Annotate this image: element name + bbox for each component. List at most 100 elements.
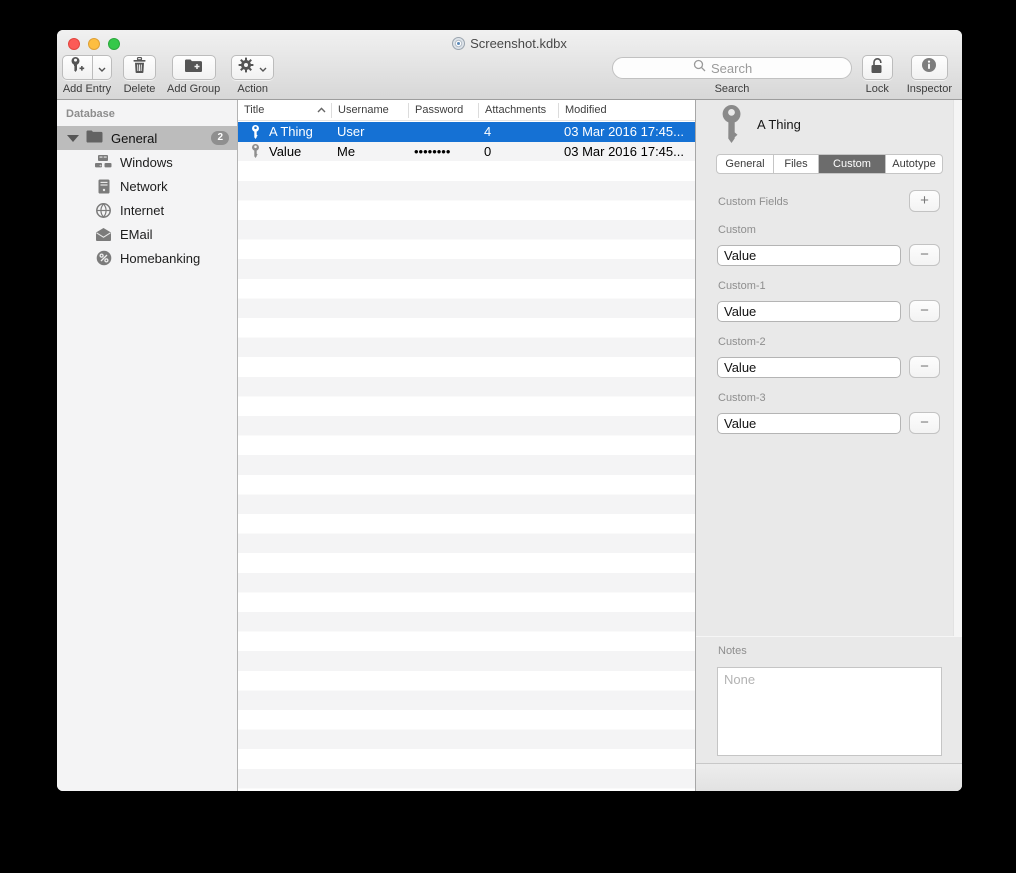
server-icon <box>95 179 112 194</box>
custom-field-input[interactable] <box>717 357 901 378</box>
inspector-scrollbar-track[interactable] <box>953 100 962 637</box>
folder-icon <box>86 130 103 146</box>
entry-table: Title Username Password Attachments Modi… <box>238 100 695 791</box>
key-icon <box>251 144 260 158</box>
delete-tool: Delete <box>123 55 156 95</box>
custom-field-input[interactable] <box>717 301 901 322</box>
add-entry-dropdown[interactable] <box>93 55 112 80</box>
add-group-tool: Add Group <box>167 55 220 95</box>
inspector-label: Inspector <box>907 83 952 95</box>
search-input[interactable] <box>711 61 771 76</box>
globe-icon <box>95 203 112 218</box>
add-entry-label: Add Entry <box>63 83 111 95</box>
entry-title: A Thing <box>757 117 801 132</box>
sidebar-item-label: Network <box>120 179 168 194</box>
action-tool: Action <box>231 55 274 95</box>
disclosure-triangle-icon[interactable] <box>67 135 79 142</box>
sidebar-item-label: Internet <box>120 203 164 218</box>
sort-ascending-icon <box>317 104 326 116</box>
field-label: Custom-1 <box>718 280 766 292</box>
info-icon <box>921 57 937 78</box>
sidebar-item-label: Windows <box>120 155 173 170</box>
search-label: Search <box>612 83 852 95</box>
inspector-button[interactable] <box>911 55 948 80</box>
table-row[interactable]: Value Me •••••••• 0 03 Mar 2016 17:45... <box>238 142 695 162</box>
tab-files[interactable]: Files <box>773 155 818 173</box>
field-label: Custom <box>718 224 756 236</box>
tab-autotype[interactable]: Autotype <box>885 155 942 173</box>
sidebar-item-general[interactable]: General 2 <box>57 126 237 150</box>
sidebar-item-label: General <box>111 131 157 146</box>
chevron-down-icon <box>98 59 106 77</box>
search-icon <box>693 59 706 77</box>
custom-fields-heading: Custom Fields <box>718 196 788 208</box>
search-field[interactable] <box>612 57 852 79</box>
envelope-icon <box>95 228 112 241</box>
sidebar-item-windows[interactable]: Windows <box>57 150 237 174</box>
search-tool: Search <box>612 57 852 95</box>
inspector-panel: A Thing General Files Custom Autotype Cu… <box>695 100 962 791</box>
custom-field-input[interactable] <box>717 413 901 434</box>
cell-title: A Thing <box>269 124 313 139</box>
remove-custom-field-button[interactable]: − <box>909 244 940 266</box>
inspector-footer <box>696 763 962 791</box>
inspector-tool: Inspector <box>907 55 952 95</box>
sidebar-section-header: Database <box>57 100 237 120</box>
table-header: Title Username Password Attachments Modi… <box>238 100 695 121</box>
action-label: Action <box>237 83 268 95</box>
remove-custom-field-button[interactable]: − <box>909 412 940 434</box>
sidebar-item-homebanking[interactable]: Homebanking <box>57 246 237 270</box>
windows-network-icon <box>95 155 112 169</box>
sidebar-item-email[interactable]: EMail <box>57 222 237 246</box>
delete-button[interactable] <box>123 55 156 80</box>
remove-custom-field-button[interactable]: − <box>909 300 940 322</box>
cell-modified: 03 Mar 2016 17:45... <box>558 124 695 139</box>
column-header-modified[interactable]: Modified <box>558 103 695 118</box>
remove-custom-field-button[interactable]: − <box>909 356 940 378</box>
sidebar-item-label: Homebanking <box>120 251 200 266</box>
field-label: Custom-3 <box>718 392 766 404</box>
trash-icon <box>132 57 147 78</box>
table-body: A Thing User 4 03 Mar 2016 17:45... Valu… <box>238 122 695 791</box>
entry-count-badge: 2 <box>211 131 229 145</box>
chevron-down-icon <box>259 59 267 77</box>
cell-attachments: 0 <box>478 144 558 159</box>
add-entry-button[interactable] <box>62 55 93 80</box>
inspector-tabs: General Files Custom Autotype <box>716 154 943 174</box>
sidebar-item-network[interactable]: Network <box>57 174 237 198</box>
cell-attachments: 4 <box>478 124 558 139</box>
add-group-button[interactable] <box>172 55 216 80</box>
cell-title: Value <box>269 144 301 159</box>
notes-textarea[interactable] <box>717 667 942 756</box>
add-entry-tool: Add Entry <box>62 55 112 95</box>
column-header-title[interactable]: Title <box>238 103 331 118</box>
sidebar: Database General 2 Windows Network <box>57 100 238 791</box>
add-custom-field-button[interactable]: + <box>909 190 940 212</box>
table-row[interactable]: A Thing User 4 03 Mar 2016 17:45... <box>238 122 695 142</box>
key-icon <box>251 125 260 139</box>
app-window: Screenshot.kdbx Add Entry <box>57 30 962 791</box>
key-plus-icon <box>70 57 85 79</box>
sidebar-item-internet[interactable]: Internet <box>57 198 237 222</box>
lock-open-icon <box>869 57 885 79</box>
tab-custom[interactable]: Custom <box>818 155 885 173</box>
cell-password: •••••••• <box>408 144 478 159</box>
lock-label: Lock <box>866 83 889 95</box>
sidebar-item-label: EMail <box>120 227 153 242</box>
section-divider <box>696 636 962 637</box>
tab-general[interactable]: General <box>717 155 773 173</box>
titlebar-toolbar: Screenshot.kdbx Add Entry <box>57 30 962 100</box>
column-header-username[interactable]: Username <box>331 103 408 118</box>
document-icon <box>452 37 465 53</box>
column-header-attachments[interactable]: Attachments <box>478 103 558 118</box>
lock-tool: Lock <box>862 55 893 95</box>
lock-button[interactable] <box>862 55 893 80</box>
folder-plus-icon <box>184 58 203 78</box>
action-button[interactable] <box>231 55 274 80</box>
cell-username: Me <box>331 144 408 159</box>
cell-modified: 03 Mar 2016 17:45... <box>558 144 695 159</box>
window-title: Screenshot.kdbx <box>57 36 962 53</box>
column-header-password[interactable]: Password <box>408 103 478 118</box>
custom-field-input[interactable] <box>717 245 901 266</box>
entry-key-icon <box>720 105 743 148</box>
